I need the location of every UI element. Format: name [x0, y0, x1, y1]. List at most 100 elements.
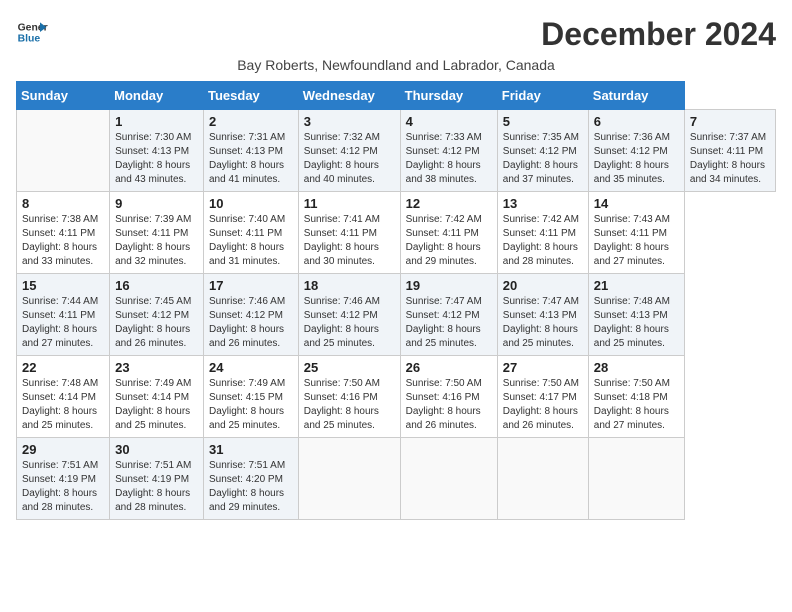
day-header-sunday: Sunday: [17, 82, 110, 110]
day-number: 18: [304, 278, 395, 293]
calendar-cell: 16 Sunrise: 7:45 AMSunset: 4:12 PMDayligh…: [110, 274, 204, 356]
day-info: Sunrise: 7:46 AMSunset: 4:12 PMDaylight:…: [304, 296, 380, 349]
calendar-cell: 31 Sunrise: 7:51 AMSunset: 4:20 PMDayligh…: [204, 438, 299, 520]
calendar-cell: 11 Sunrise: 7:41 AMSunset: 4:11 PMDayligh…: [298, 192, 400, 274]
day-info: Sunrise: 7:39 AMSunset: 4:11 PMDaylight:…: [115, 214, 191, 267]
day-number: 4: [406, 114, 492, 129]
calendar-cell: 2 Sunrise: 7:31 AMSunset: 4:13 PMDaylight…: [204, 110, 299, 192]
calendar-cell: [400, 438, 497, 520]
day-header-saturday: Saturday: [588, 82, 684, 110]
day-info: Sunrise: 7:46 AMSunset: 4:12 PMDaylight:…: [209, 296, 285, 349]
week-row-4: 22 Sunrise: 7:48 AMSunset: 4:14 PMDayligh…: [17, 356, 776, 438]
day-number: 26: [406, 360, 492, 375]
day-info: Sunrise: 7:42 AMSunset: 4:11 PMDaylight:…: [503, 214, 579, 267]
calendar-cell: 26 Sunrise: 7:50 AMSunset: 4:16 PMDayligh…: [400, 356, 497, 438]
header: General Blue December 2024: [16, 16, 776, 53]
calendar-cell: 24 Sunrise: 7:49 AMSunset: 4:15 PMDayligh…: [204, 356, 299, 438]
calendar-cell: 17 Sunrise: 7:46 AMSunset: 4:12 PMDayligh…: [204, 274, 299, 356]
calendar-cell: 14 Sunrise: 7:43 AMSunset: 4:11 PMDayligh…: [588, 192, 684, 274]
day-number: 28: [594, 360, 679, 375]
week-row-1: 1 Sunrise: 7:30 AMSunset: 4:13 PMDaylight…: [17, 110, 776, 192]
day-info: Sunrise: 7:44 AMSunset: 4:11 PMDaylight:…: [22, 296, 98, 349]
day-info: Sunrise: 7:35 AMSunset: 4:12 PMDaylight:…: [503, 132, 579, 185]
calendar-cell: 25 Sunrise: 7:50 AMSunset: 4:16 PMDayligh…: [298, 356, 400, 438]
day-info: Sunrise: 7:31 AMSunset: 4:13 PMDaylight:…: [209, 132, 285, 185]
calendar-cell: 22 Sunrise: 7:48 AMSunset: 4:14 PMDayligh…: [17, 356, 110, 438]
day-number: 15: [22, 278, 104, 293]
day-header-tuesday: Tuesday: [204, 82, 299, 110]
day-header-friday: Friday: [497, 82, 588, 110]
day-info: Sunrise: 7:50 AMSunset: 4:16 PMDaylight:…: [406, 378, 482, 431]
week-row-3: 15 Sunrise: 7:44 AMSunset: 4:11 PMDayligh…: [17, 274, 776, 356]
day-number: 1: [115, 114, 198, 129]
day-info: Sunrise: 7:49 AMSunset: 4:14 PMDaylight:…: [115, 378, 191, 431]
calendar-cell: 29 Sunrise: 7:51 AMSunset: 4:19 PMDayligh…: [17, 438, 110, 520]
day-number: 14: [594, 196, 679, 211]
day-info: Sunrise: 7:30 AMSunset: 4:13 PMDaylight:…: [115, 132, 191, 185]
day-info: Sunrise: 7:45 AMSunset: 4:12 PMDaylight:…: [115, 296, 191, 349]
calendar-cell: [588, 438, 684, 520]
day-header-thursday: Thursday: [400, 82, 497, 110]
day-info: Sunrise: 7:49 AMSunset: 4:15 PMDaylight:…: [209, 378, 285, 431]
days-header-row: SundayMondayTuesdayWednesdayThursdayFrid…: [17, 82, 776, 110]
day-info: Sunrise: 7:51 AMSunset: 4:19 PMDaylight:…: [22, 460, 98, 513]
day-info: Sunrise: 7:48 AMSunset: 4:13 PMDaylight:…: [594, 296, 670, 349]
day-info: Sunrise: 7:47 AMSunset: 4:12 PMDaylight:…: [406, 296, 482, 349]
calendar-cell: 4 Sunrise: 7:33 AMSunset: 4:12 PMDaylight…: [400, 110, 497, 192]
calendar-cell: 19Sunrise: 7:47 AMSunset: 4:12 PMDayligh…: [400, 274, 497, 356]
day-number: 21: [594, 278, 679, 293]
day-number: 29: [22, 442, 104, 457]
calendar-cell: 9 Sunrise: 7:39 AMSunset: 4:11 PMDaylight…: [110, 192, 204, 274]
calendar-cell: [298, 438, 400, 520]
calendar-cell: 5 Sunrise: 7:35 AMSunset: 4:12 PMDaylight…: [497, 110, 588, 192]
day-header-monday: Monday: [110, 82, 204, 110]
day-number: 24: [209, 360, 293, 375]
day-number: 3: [304, 114, 395, 129]
day-number: 6: [594, 114, 679, 129]
day-number: 30: [115, 442, 198, 457]
day-info: Sunrise: 7:32 AMSunset: 4:12 PMDaylight:…: [304, 132, 380, 185]
day-info: Sunrise: 7:51 AMSunset: 4:20 PMDaylight:…: [209, 460, 285, 513]
day-header-wednesday: Wednesday: [298, 82, 400, 110]
day-info: Sunrise: 7:40 AMSunset: 4:11 PMDaylight:…: [209, 214, 285, 267]
calendar-table: SundayMondayTuesdayWednesdayThursdayFrid…: [16, 81, 776, 520]
day-number: 31: [209, 442, 293, 457]
day-number: 25: [304, 360, 395, 375]
calendar-title: December 2024: [541, 16, 776, 53]
day-info: Sunrise: 7:48 AMSunset: 4:14 PMDaylight:…: [22, 378, 98, 431]
logo-icon: General Blue: [16, 16, 48, 48]
day-number: 9: [115, 196, 198, 211]
calendar-cell: 20Sunrise: 7:47 AMSunset: 4:13 PMDayligh…: [497, 274, 588, 356]
calendar-cell: 18 Sunrise: 7:46 AMSunset: 4:12 PMDayligh…: [298, 274, 400, 356]
calendar-cell: 15 Sunrise: 7:44 AMSunset: 4:11 PMDayligh…: [17, 274, 110, 356]
day-info: Sunrise: 7:47 AMSunset: 4:13 PMDaylight:…: [503, 296, 579, 349]
day-number: 8: [22, 196, 104, 211]
calendar-cell: 28 Sunrise: 7:50 AMSunset: 4:18 PMDayligh…: [588, 356, 684, 438]
logo: General Blue: [16, 16, 48, 48]
day-number: 5: [503, 114, 583, 129]
day-number: 22: [22, 360, 104, 375]
calendar-cell: 6Sunrise: 7:36 AMSunset: 4:12 PMDaylight…: [588, 110, 684, 192]
day-number: 2: [209, 114, 293, 129]
day-number: 27: [503, 360, 583, 375]
calendar-cell: [17, 110, 110, 192]
svg-text:Blue: Blue: [18, 34, 41, 45]
day-info: Sunrise: 7:41 AMSunset: 4:11 PMDaylight:…: [304, 214, 380, 267]
day-number: 23: [115, 360, 198, 375]
week-row-5: 29 Sunrise: 7:51 AMSunset: 4:19 PMDayligh…: [17, 438, 776, 520]
calendar-subtitle: Bay Roberts, Newfoundland and Labrador, …: [16, 57, 776, 73]
day-info: Sunrise: 7:33 AMSunset: 4:12 PMDaylight:…: [406, 132, 482, 185]
calendar-cell: 21 Sunrise: 7:48 AMSunset: 4:13 PMDayligh…: [588, 274, 684, 356]
day-info: Sunrise: 7:50 AMSunset: 4:16 PMDaylight:…: [304, 378, 380, 431]
day-number: 11: [304, 196, 395, 211]
calendar-cell: 10Sunrise: 7:40 AMSunset: 4:11 PMDayligh…: [204, 192, 299, 274]
day-info: Sunrise: 7:42 AMSunset: 4:11 PMDaylight:…: [406, 214, 482, 267]
day-number: 7: [690, 114, 770, 129]
day-info: Sunrise: 7:50 AMSunset: 4:18 PMDaylight:…: [594, 378, 670, 431]
day-number: 17: [209, 278, 293, 293]
day-number: 13: [503, 196, 583, 211]
calendar-cell: 13 Sunrise: 7:42 AMSunset: 4:11 PMDayligh…: [497, 192, 588, 274]
day-info: Sunrise: 7:43 AMSunset: 4:11 PMDaylight:…: [594, 214, 670, 267]
day-number: 16: [115, 278, 198, 293]
calendar-cell: 27Sunrise: 7:50 AMSunset: 4:17 PMDayligh…: [497, 356, 588, 438]
